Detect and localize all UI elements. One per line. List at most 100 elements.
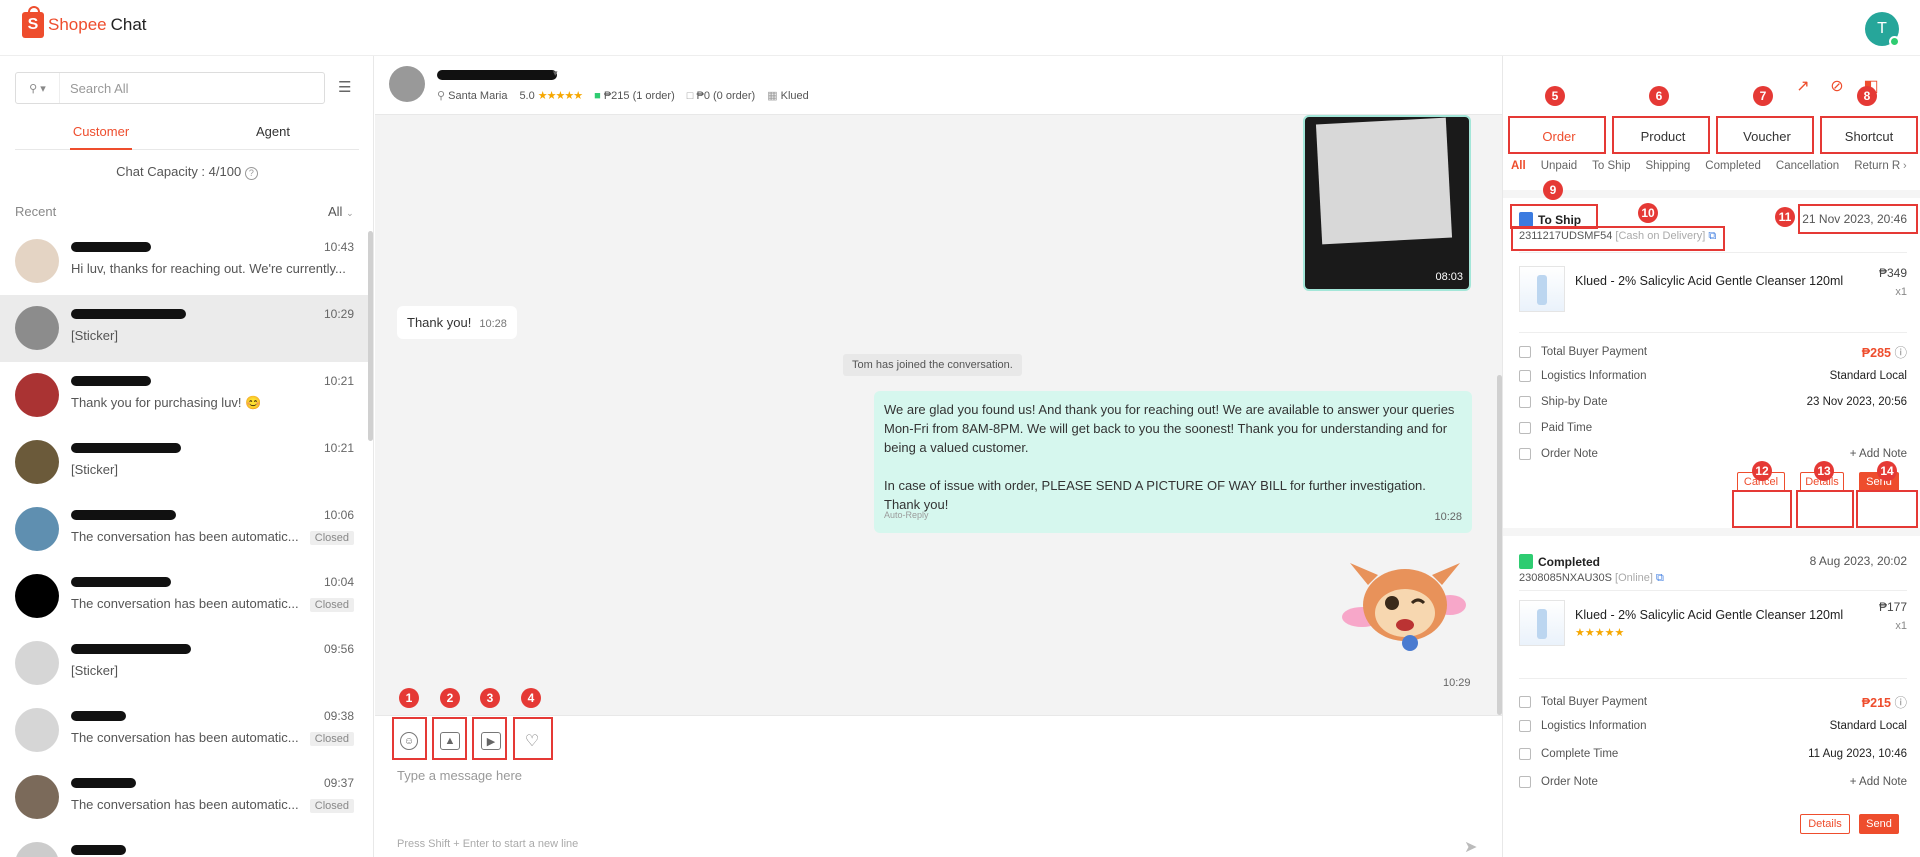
chevron-down-icon[interactable]: ▾ — [553, 68, 558, 79]
order-row: Order Note + Add Note — [1519, 448, 1907, 460]
location: ⚲ Santa Maria — [437, 89, 507, 102]
annotation-number: 2 — [440, 688, 460, 708]
details-button[interactable]: Details — [1800, 814, 1850, 834]
user-avatar[interactable]: T — [1865, 12, 1900, 47]
paid-orders: ■ ₱215 (1 order) — [594, 90, 675, 102]
filter-shipping[interactable]: Shipping — [1646, 160, 1691, 172]
filter-all[interactable]: All — [1511, 160, 1526, 172]
help-icon[interactable]: ? — [244, 167, 258, 180]
video-message[interactable]: 08:03 — [1303, 115, 1471, 291]
conversation-item-selected[interactable]: 10:29 [Sticker] — [0, 295, 370, 362]
order-product[interactable]: Klued - 2% Salicylic Acid Gentle Cleanse… — [1519, 266, 1907, 324]
conversation-item[interactable]: 10:21 [Sticker] — [0, 429, 370, 496]
total-payment-value: ₱215 — [1861, 696, 1891, 710]
conversation-preview: The conversation has been automatic... — [71, 596, 299, 611]
conversation-item[interactable]: 10:06 The conversation has been automati… — [0, 496, 370, 563]
annotation-number: 9 — [1543, 180, 1563, 200]
copy-icon[interactable]: ⧉ — [1656, 572, 1664, 584]
avatar — [15, 440, 59, 484]
filter-cancellation[interactable]: Cancellation — [1776, 160, 1839, 172]
annotation-number: 7 — [1753, 86, 1773, 106]
order-number[interactable]: 2311217UDSMF54 [Cash on Delivery] ⧉ — [1519, 230, 1716, 243]
conversation-item[interactable]: 09:56 [Sticker] — [0, 630, 370, 697]
message-input[interactable] — [397, 768, 1297, 783]
filter-to-ship[interactable]: To Ship — [1592, 160, 1630, 172]
checklist-filter-icon[interactable]: ☰ — [338, 78, 358, 96]
note-icon — [1519, 776, 1531, 788]
tab-customer[interactable]: Customer — [15, 116, 187, 150]
sticker-message[interactable] — [1340, 555, 1470, 655]
mute-icon[interactable]: ⊘ — [1827, 76, 1847, 96]
conversation-sidebar: ⚲ ▾ ☰ Customer Agent Chat Capacity : 4/1… — [0, 56, 374, 857]
annotation-number: 1 — [399, 688, 419, 708]
conversation-preview: The conversation has been automatic... — [71, 529, 299, 544]
add-note-link[interactable]: + Add Note — [1850, 448, 1907, 460]
copy-icon[interactable]: ⧉ — [1708, 230, 1716, 242]
order-number[interactable]: 2308085NXAU30S [Online] ⧉ — [1519, 572, 1664, 585]
order-row: Total Buyer Payment ₱215 ⓘ — [1519, 692, 1907, 711]
conversation-item[interactable]: 10:21 Thank you for purchasing luv! 😊 — [0, 362, 370, 429]
send-arrow-icon[interactable]: ➤ — [1464, 837, 1477, 857]
order-row: Order Note + Add Note — [1519, 776, 1907, 788]
order-product[interactable]: Klued - 2% Salicylic Acid Gentle Cleanse… — [1519, 600, 1907, 658]
row-label: Logistics Information — [1541, 720, 1647, 732]
search-box: ⚲ ▾ — [15, 72, 325, 104]
divider — [1519, 332, 1907, 333]
redacted-name — [71, 711, 126, 721]
message-text: Thank you! — [407, 315, 472, 330]
info-icon[interactable]: ⓘ — [1894, 696, 1907, 710]
conversation-item[interactable]: 10:43 Hi luv, thanks for reaching out. W… — [0, 228, 370, 295]
image-button[interactable]: ▲ — [430, 721, 470, 761]
tab-order[interactable]: Order — [1511, 118, 1607, 154]
conversation-time: 09:56 — [323, 642, 354, 656]
search-input[interactable] — [60, 80, 324, 96]
info-icon[interactable]: ⓘ — [1894, 346, 1907, 360]
conversation-time: 10:29 — [323, 307, 354, 321]
rating-stars-icon: ★★★★★ — [537, 90, 583, 102]
video-button[interactable]: ▶ — [471, 721, 511, 761]
auto-reply-paragraph: In case of issue with order, PLEASE SEND… — [884, 478, 1426, 512]
filter-unpaid[interactable]: Unpaid — [1541, 160, 1577, 172]
system-message: Tom has joined the conversation. — [843, 354, 1022, 376]
emoji-button[interactable]: ☺ — [389, 721, 429, 761]
send-button[interactable]: Send — [1859, 814, 1899, 834]
order-status-text: Completed — [1538, 554, 1601, 569]
conversation-preview: [Sticker] — [71, 462, 118, 477]
row-label: Order Note — [1541, 448, 1598, 460]
row-value: ₱215 ⓘ — [1862, 692, 1907, 711]
annotation-number: 6 — [1649, 86, 1669, 106]
search-icon[interactable]: ⚲ ▾ — [16, 73, 60, 103]
filter-return[interactable]: Return R — [1854, 160, 1900, 172]
tab-shortcut[interactable]: Shortcut — [1821, 118, 1917, 154]
sidebar-scrollbar[interactable] — [368, 231, 373, 441]
favorite-button[interactable]: ♡ — [512, 721, 552, 761]
conversation-time: 10:04 — [323, 575, 354, 589]
order-icon: □ — [686, 89, 694, 102]
tab-voucher[interactable]: Voucher — [1719, 118, 1815, 154]
tab-agent[interactable]: Agent — [187, 116, 359, 149]
order-paid-icon: ■ — [594, 89, 601, 102]
product-name: Chat — [110, 15, 147, 34]
waybill-image — [1315, 117, 1453, 245]
customer-avatar[interactable] — [389, 66, 425, 102]
message-time: 10:28 — [1434, 511, 1462, 523]
row-label: Order Note — [1541, 776, 1598, 788]
video-duration: 08:03 — [1435, 271, 1463, 283]
share-icon[interactable]: ↗ — [1793, 76, 1813, 96]
recent-filter-dropdown[interactable]: All ⌄ — [328, 204, 354, 219]
conversation-item[interactable]: 09:37 The conversation has been automati… — [0, 764, 370, 831]
shop-name: Klued — [780, 90, 809, 102]
shopee-logo[interactable]: S Shopee Chat — [22, 6, 147, 38]
chevron-right-icon[interactable]: › — [1903, 160, 1907, 172]
annotation-number: 4 — [521, 688, 541, 708]
conversation-item[interactable] — [0, 831, 370, 857]
conversation-preview: Thank you for purchasing luv! 😊 — [71, 395, 262, 410]
conversation-item[interactable]: 09:38 The conversation has been automati… — [0, 697, 370, 764]
tab-product[interactable]: Product — [1615, 118, 1711, 154]
filter-completed[interactable]: Completed — [1705, 160, 1761, 172]
conversation-item[interactable]: 10:04 The conversation has been automati… — [0, 563, 370, 630]
add-note-link[interactable]: + Add Note — [1850, 776, 1907, 788]
calendar-icon — [1519, 396, 1531, 408]
auto-reply-paragraph: We are glad you found us! And thank you … — [884, 402, 1455, 455]
redacted-customer-name[interactable] — [437, 70, 557, 80]
